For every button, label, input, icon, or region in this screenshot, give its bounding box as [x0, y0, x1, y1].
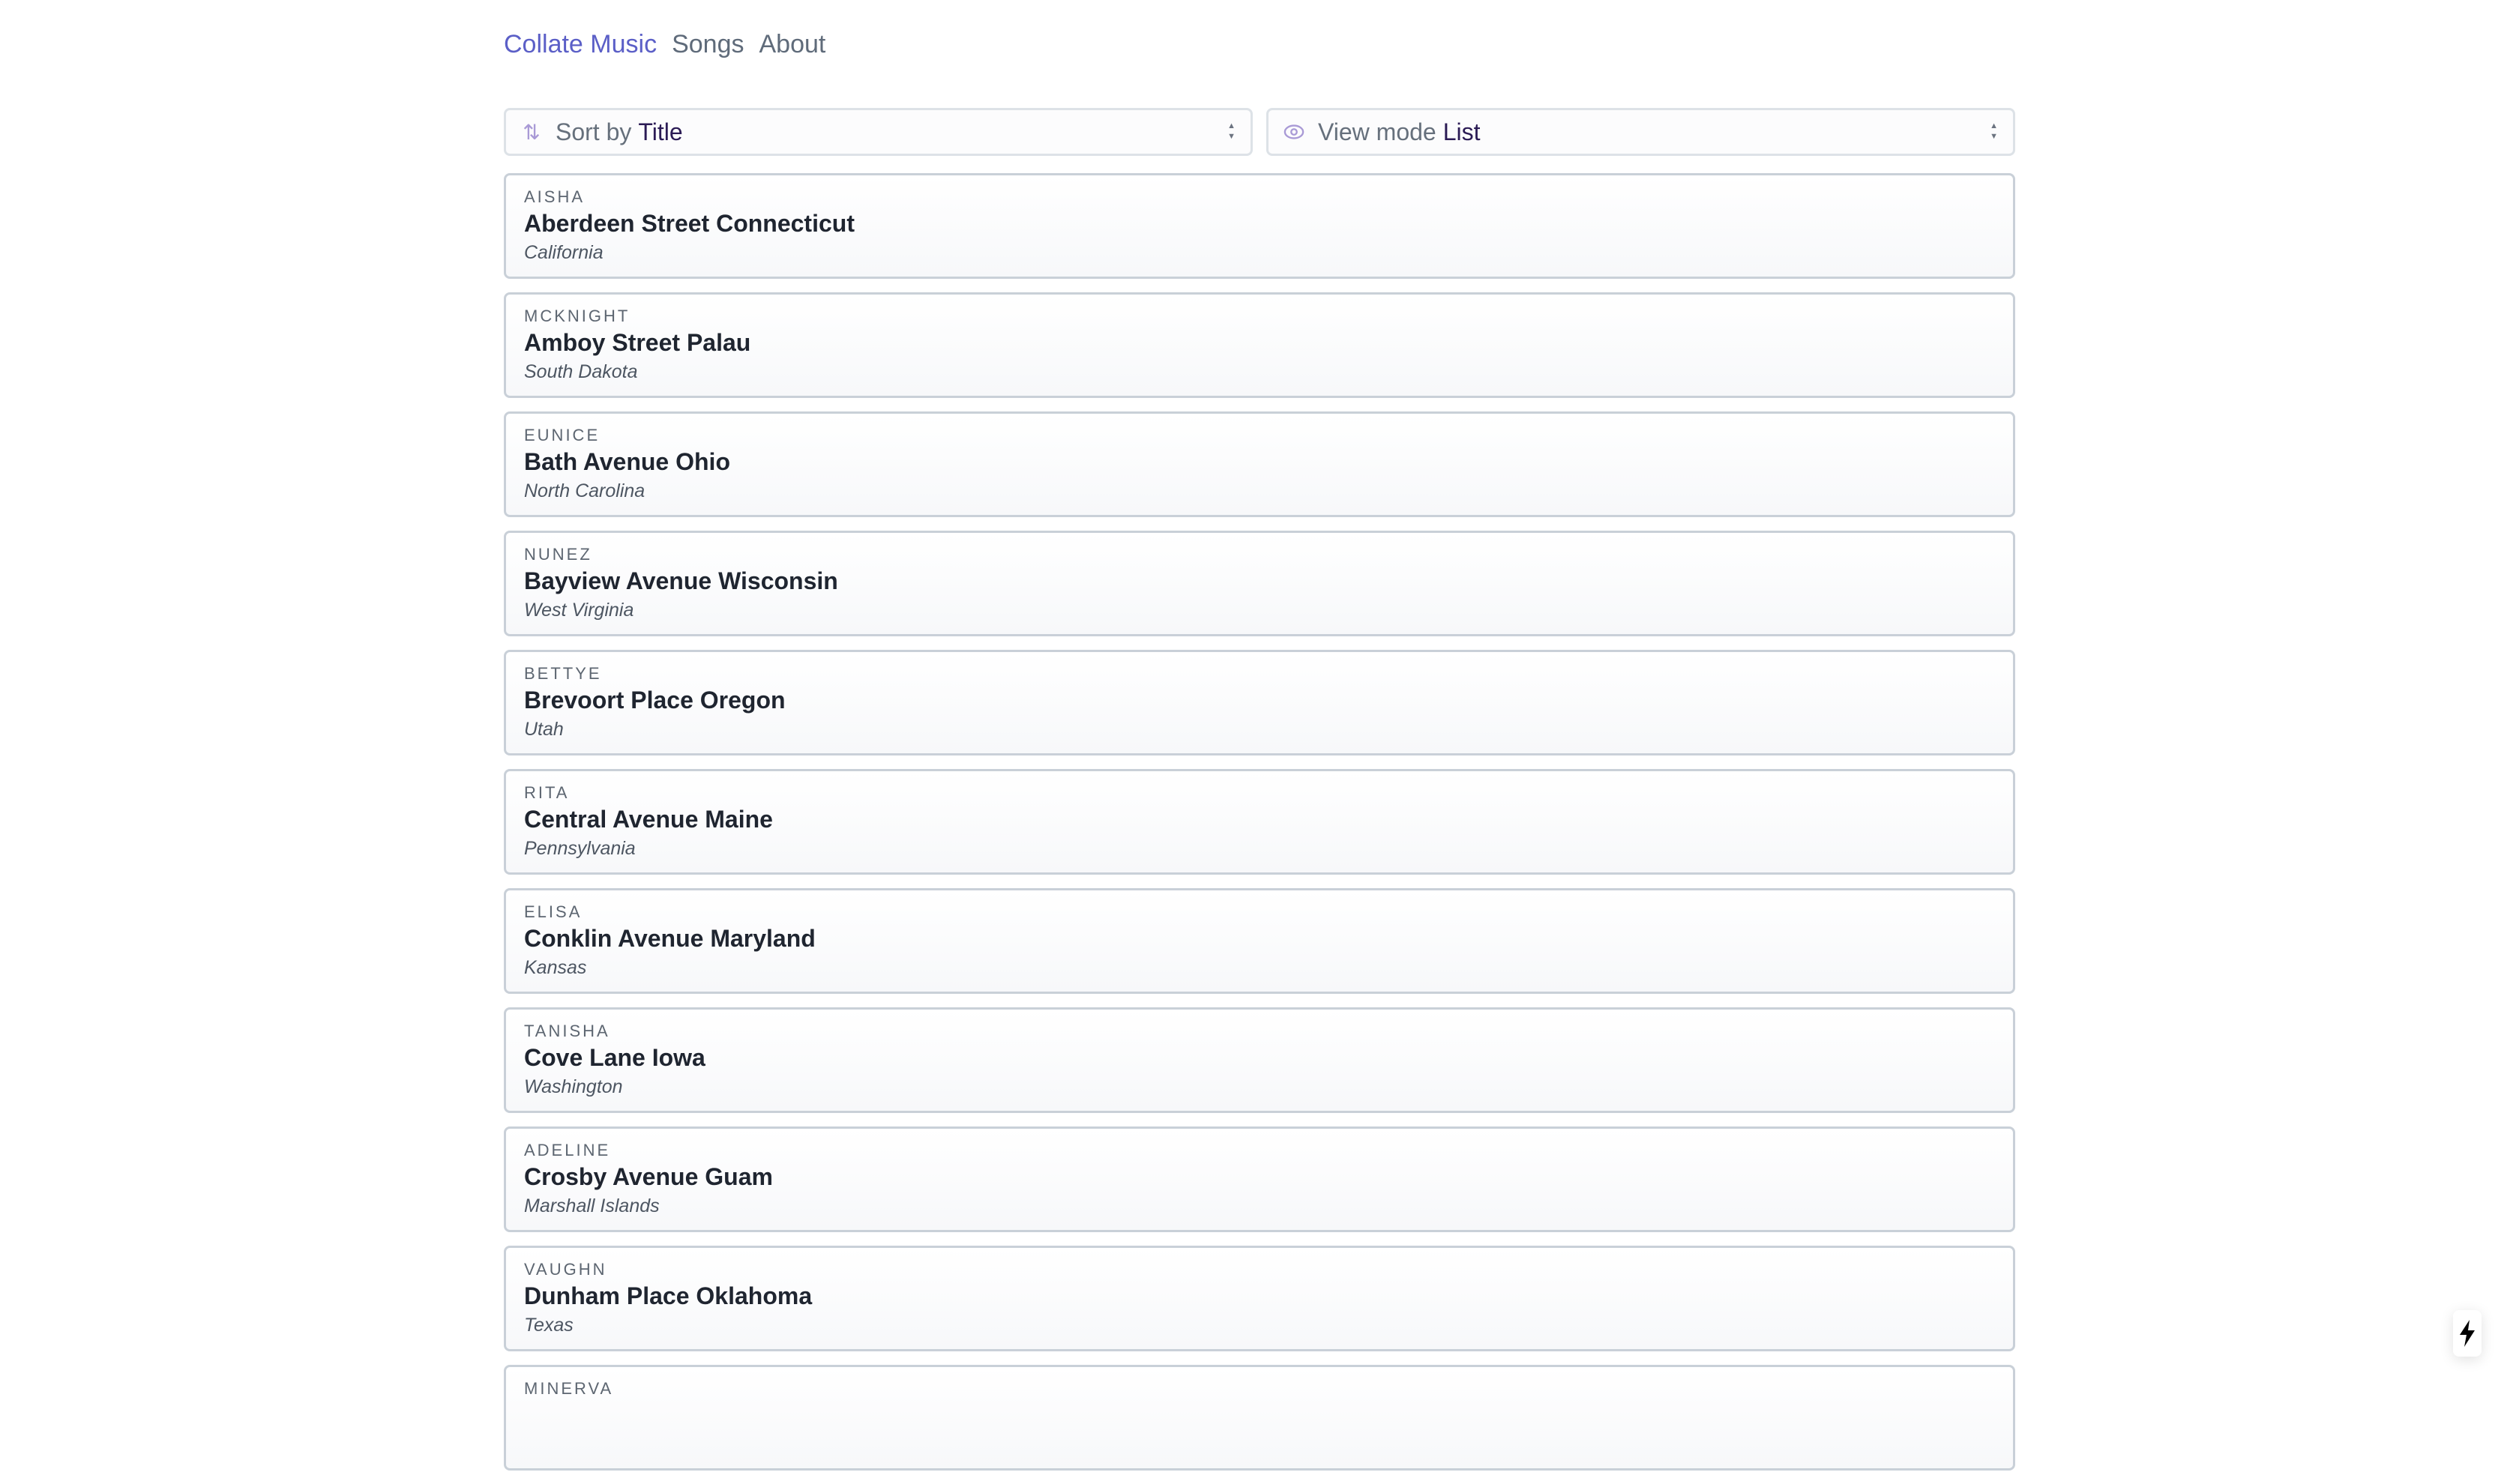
song-location: Texas	[524, 1315, 574, 1336]
sort-label: Sort by	[556, 118, 632, 145]
sort-select[interactable]: ⇅ Sort by Title ▲ ▼	[504, 108, 1253, 156]
song-card[interactable]: MCKNIGHT Amboy Street Palau South Dakota	[504, 292, 2015, 398]
song-artist: ELISA	[524, 902, 583, 921]
song-location: Washington	[524, 1076, 623, 1097]
song-title: Dunham Place Oklahoma	[524, 1282, 813, 1309]
song-title: Central Avenue Maine	[524, 806, 773, 833]
nav-brand-link[interactable]: Collate Music	[504, 30, 657, 59]
song-list: AISHA Aberdeen Street Connecticut Californ…	[504, 173, 2015, 1484]
song-artist: MCKNIGHT	[524, 307, 630, 325]
song-card[interactable]: BETTYE Brevoort Place Oregon Utah	[504, 650, 2015, 755]
view-mode-select[interactable]: View mode List ▲ ▼	[1266, 108, 2015, 156]
song-title: Conklin Avenue Maryland	[524, 925, 816, 952]
song-location: Kansas	[524, 957, 587, 978]
song-title: Brevoort Place Oregon	[524, 687, 786, 714]
song-card[interactable]: RITA Central Avenue Maine Pennsylvania	[504, 769, 2015, 875]
song-location: Utah	[524, 719, 564, 740]
view-mode-value: List	[1442, 118, 1481, 145]
song-artist: ADELINE	[524, 1141, 611, 1159]
song-card[interactable]: VAUGHN Dunham Place Oklahoma Texas	[504, 1246, 2015, 1351]
song-title: Aberdeen Street Connecticut	[524, 210, 855, 237]
eye-icon	[1283, 124, 1304, 140]
song-title: Crosby Avenue Guam	[524, 1163, 773, 1190]
song-location: California	[524, 242, 604, 263]
song-location: Marshall Islands	[524, 1195, 660, 1216]
song-artist: EUNICE	[524, 426, 601, 444]
select-chevrons-icon: ▲ ▼	[1990, 121, 1998, 141]
song-title: Bayview Avenue Wisconsin	[524, 567, 838, 594]
top-nav: Collate Music Songs About	[504, 30, 825, 59]
song-artist: BETTYE	[524, 664, 602, 683]
song-title: Cove Lane Iowa	[524, 1044, 705, 1071]
song-location: Pennsylvania	[524, 838, 636, 859]
song-artist: RITA	[524, 783, 570, 802]
song-card[interactable]: NUNEZ Bayview Avenue Wisconsin West Virgin…	[504, 531, 2015, 636]
song-artist: VAUGHN	[524, 1260, 607, 1279]
controls: ⇅ Sort by Title ▲ ▼ View mode List ▲ ▼	[504, 108, 2015, 156]
view-mode-label: View mode	[1318, 118, 1436, 145]
song-title: Bath Avenue Ohio	[524, 448, 730, 475]
song-title: Amboy Street Palau	[524, 329, 751, 356]
song-artist: AISHA	[524, 187, 586, 206]
sort-value: Title	[638, 118, 683, 145]
song-artist: TANISHA	[524, 1022, 610, 1040]
song-location: North Carolina	[524, 480, 645, 501]
song-location: South Dakota	[524, 361, 638, 382]
sort-arrows-icon: ⇅	[523, 120, 541, 144]
lightning-button[interactable]	[2453, 1310, 2482, 1357]
song-card[interactable]: MINERVA	[504, 1365, 2015, 1471]
nav-about-link[interactable]: About	[759, 30, 825, 59]
song-card[interactable]: EUNICE Bath Avenue Ohio North Carolina	[504, 411, 2015, 517]
song-card[interactable]: AISHA Aberdeen Street Connecticut Californ…	[504, 173, 2015, 279]
lightning-icon	[2460, 1320, 2475, 1347]
select-chevrons-icon: ▲ ▼	[1227, 121, 1236, 141]
song-artist: MINERVA	[524, 1379, 614, 1398]
song-artist: NUNEZ	[524, 545, 592, 564]
song-card[interactable]: ADELINE Crosby Avenue Guam Marshall Island…	[504, 1126, 2015, 1232]
song-location: West Virginia	[524, 600, 634, 621]
song-card[interactable]: TANISHA Cove Lane Iowa Washington	[504, 1007, 2015, 1113]
nav-songs-link[interactable]: Songs	[672, 30, 744, 59]
song-card[interactable]: ELISA Conklin Avenue Maryland Kansas	[504, 888, 2015, 994]
